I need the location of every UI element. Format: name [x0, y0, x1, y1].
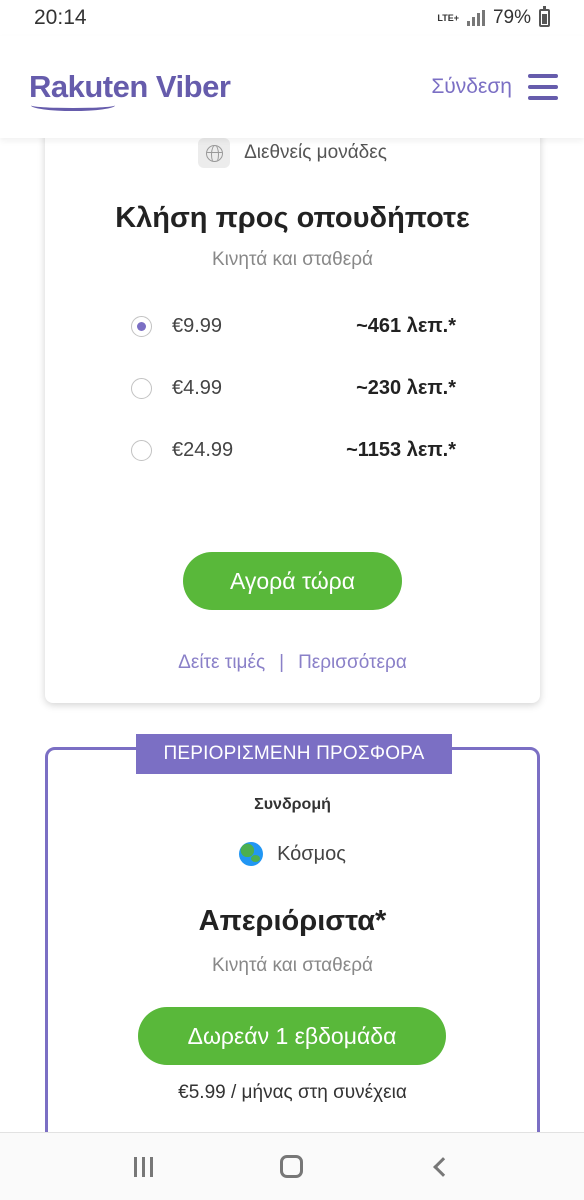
option-price: €24.99 [172, 438, 234, 461]
card-links: Δείτε τιμές | Περισσότερα [45, 652, 540, 674]
signin-link[interactable]: Σύνδεση [431, 75, 512, 99]
offer-subtitle: Κινητά και σταθερά [212, 955, 373, 976]
view-rates-link[interactable]: Δείτε τιμές [178, 652, 265, 674]
option-price: €4.99 [172, 376, 223, 399]
link-separator: | [279, 652, 285, 673]
region-row: Κόσμος [48, 842, 537, 866]
limited-offer-card: ΠΕΡΙΟΡΙΣΜΕΝΗ ΠΡΟΣΦΟΡΑ Συνδρομή Κόσμος Απ… [45, 734, 540, 1167]
option-minutes: ~461 λεπ.* [356, 314, 456, 337]
recent-apps-icon[interactable] [133, 1156, 153, 1177]
more-link[interactable]: Περισσότερα [298, 652, 407, 674]
limited-offer-badge: ΠΕΡΙΟΡΙΣΜΕΝΗ ΠΡΟΣΦΟΡΑ [136, 734, 452, 774]
radio-button[interactable] [131, 377, 152, 399]
scope-label: Διεθνείς μονάδες [244, 142, 387, 163]
network-type: LTE+ [437, 12, 459, 23]
logo-swoosh-icon [31, 103, 115, 111]
battery-percent: 79% [492, 7, 531, 28]
call-anywhere-card: Διεθνείς μονάδες Κλήση προς οπουδήποτε Κ… [45, 100, 540, 703]
status-indicators: LTE+ 79% [437, 6, 550, 29]
globe-icon [198, 138, 231, 168]
rakuten-viber-logo[interactable]: Rakuten Viber [29, 69, 231, 111]
header-actions: Σύνδεση [431, 74, 558, 100]
option-minutes: ~230 λεπ.* [356, 376, 456, 399]
logo-text: Rakuten Viber [29, 69, 231, 104]
price-option-1[interactable]: €9.99 ~461 λεπ.* [131, 311, 456, 341]
radio-button[interactable] [131, 439, 152, 461]
subscription-label: Συνδρομή [254, 796, 331, 813]
system-nav-bar [0, 1132, 584, 1200]
plan-title: Κλήση προς οπουδήποτε [115, 202, 470, 234]
earth-globe-icon [239, 842, 264, 866]
plan-subtitle: Κινητά και σταθερά [212, 249, 373, 270]
back-icon[interactable] [433, 1156, 454, 1177]
buy-now-button[interactable]: Αγορά τώρα [183, 552, 402, 610]
hamburger-menu-icon[interactable] [528, 74, 558, 100]
then-price-text: €5.99 / μήνας στη συνέχεια [178, 1082, 407, 1103]
scope-row: Διεθνείς μονάδες [45, 138, 540, 168]
radio-button-selected[interactable] [131, 315, 152, 337]
home-icon[interactable] [279, 1155, 303, 1178]
option-minutes: ~1153 λεπ.* [346, 438, 456, 461]
price-option-3[interactable]: €24.99 ~1153 λεπ.* [131, 435, 456, 465]
site-header: Rakuten Viber Σύνδεση [0, 36, 584, 138]
status-time: 20:14 [34, 6, 87, 29]
option-price: €9.99 [172, 314, 223, 337]
region-label: Κόσμος [277, 842, 346, 865]
price-option-2[interactable]: €4.99 ~230 λεπ.* [131, 373, 456, 403]
offer-title: Απεριόριστα* [198, 905, 387, 937]
free-trial-button[interactable]: Δωρεάν 1 εβδομάδα [138, 1007, 446, 1065]
battery-icon [539, 6, 550, 27]
status-bar: 20:14 LTE+ 79% [0, 0, 584, 36]
signal-icon [466, 10, 485, 26]
